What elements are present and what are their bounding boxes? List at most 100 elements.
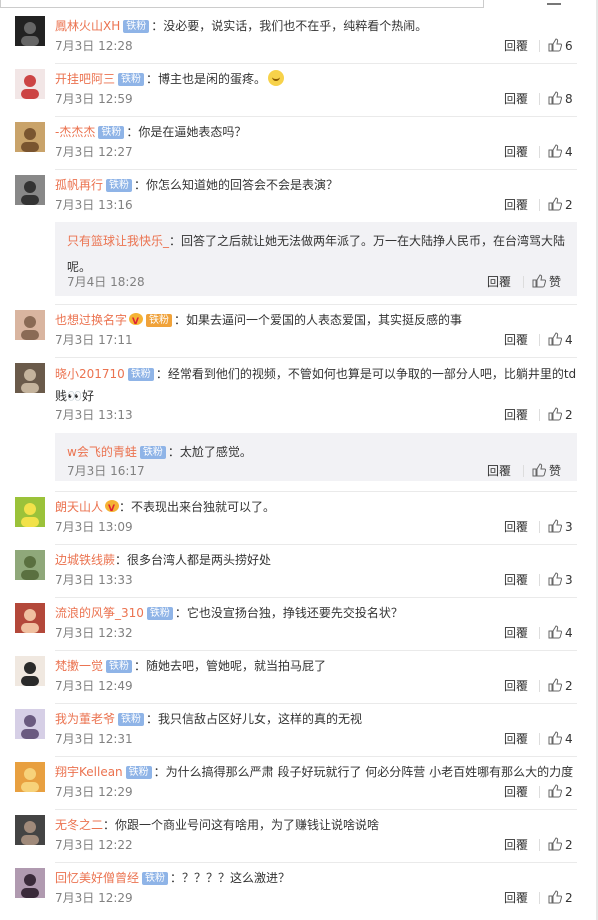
timestamp: 7月3日 12:32 bbox=[55, 626, 133, 640]
reply-button[interactable]: 回覆 bbox=[504, 195, 528, 215]
fan-badge: 铁粉 bbox=[106, 660, 133, 673]
comment-text: ：博主也是闲的蛋疼。 bbox=[146, 72, 267, 86]
like-button[interactable]: 2 bbox=[548, 888, 573, 908]
fan-badge: 铁粉 bbox=[146, 314, 173, 327]
like-button[interactable]: 2 bbox=[548, 195, 573, 215]
reply-button[interactable]: 回覆 bbox=[487, 461, 511, 481]
username-link[interactable]: -杰杰杰 bbox=[55, 125, 95, 139]
username-link[interactable]: 孤帆再行 bbox=[55, 178, 103, 192]
comment-meta: 7月3日 12:32 回覆 4 bbox=[55, 623, 577, 643]
sub-reply: w会飞的青蛙 铁粉 ：太尬了感觉。 7月3日 16:17 回覆 赞 bbox=[55, 433, 577, 481]
username-link[interactable]: 鳳林火山XH bbox=[55, 19, 120, 33]
search-input[interactable] bbox=[0, 0, 484, 8]
user-avatar[interactable] bbox=[15, 815, 45, 845]
username-link[interactable]: 晓小201710 bbox=[55, 367, 125, 381]
comment-line: 开挂吧阿三 铁粉 ：博主也是闲的蛋疼。 bbox=[55, 69, 577, 89]
user-avatar[interactable] bbox=[15, 603, 45, 633]
like-count: 2 bbox=[565, 785, 573, 799]
user-avatar[interactable] bbox=[15, 363, 45, 393]
reply-button[interactable]: 回覆 bbox=[504, 835, 528, 855]
timestamp: 7月4日 18:28 bbox=[67, 275, 145, 289]
user-avatar[interactable] bbox=[15, 656, 45, 686]
thumb-up-icon bbox=[532, 463, 546, 477]
vip-icon bbox=[129, 312, 144, 332]
fan-badge: 铁粉 bbox=[106, 179, 133, 192]
user-avatar[interactable] bbox=[15, 16, 45, 46]
username-link[interactable]: 梵擻一觉 bbox=[55, 659, 103, 673]
like-button[interactable]: 4 bbox=[548, 142, 573, 162]
comment-line: 无冬之二：你跟一个商业号问这有啥用，为了赚钱让说啥说啥 bbox=[55, 815, 577, 835]
timestamp: 7月3日 12:31 bbox=[55, 732, 133, 746]
laughing-emoji-icon bbox=[268, 70, 285, 86]
like-button[interactable]: 4 bbox=[548, 623, 573, 643]
like-button[interactable]: 赞 bbox=[532, 272, 561, 292]
user-avatar[interactable] bbox=[15, 175, 45, 205]
like-button[interactable]: 3 bbox=[548, 570, 573, 590]
sub-reply-meta: 7月3日 16:17 回覆 赞 bbox=[67, 461, 567, 481]
thumb-up-icon bbox=[548, 38, 562, 52]
reply-button[interactable]: 回覆 bbox=[504, 517, 528, 537]
reply-button[interactable]: 回覆 bbox=[504, 729, 528, 749]
username-link[interactable]: 翔宇Kellean bbox=[55, 765, 123, 779]
reply-button[interactable]: 回覆 bbox=[504, 676, 528, 696]
like-button[interactable]: 2 bbox=[548, 835, 573, 855]
comment-line: 鳳林火山XH 铁粉 ：没必要，说实话，我们也不在乎，纯粹看个热闹。 bbox=[55, 16, 577, 36]
thumb-up-icon bbox=[548, 144, 562, 158]
like-button[interactable]: 4 bbox=[548, 330, 573, 350]
like-button[interactable]: 2 bbox=[548, 782, 573, 802]
username-link[interactable]: 我为董老爷 bbox=[55, 712, 115, 726]
action-divider bbox=[539, 680, 540, 692]
username-link[interactable]: 流浪的风筝_310 bbox=[55, 606, 144, 620]
username-link[interactable]: 朗天山人 bbox=[55, 500, 103, 514]
user-avatar[interactable] bbox=[15, 868, 45, 898]
row-divider bbox=[55, 862, 577, 863]
like-button[interactable]: 4 bbox=[548, 729, 573, 749]
username-link[interactable]: w会飞的青蛙 bbox=[67, 445, 137, 459]
user-avatar[interactable] bbox=[15, 762, 45, 792]
comment-line: -杰杰杰 铁粉 ：你是在逼她表态吗？ bbox=[55, 122, 577, 142]
action-divider bbox=[539, 627, 540, 639]
action-divider bbox=[539, 40, 540, 52]
reply-button[interactable]: 回覆 bbox=[504, 782, 528, 802]
like-button[interactable]: 8 bbox=[548, 89, 573, 109]
like-button[interactable]: 2 bbox=[548, 405, 573, 425]
reply-button[interactable]: 回覆 bbox=[504, 623, 528, 643]
user-avatar[interactable] bbox=[15, 550, 45, 580]
user-avatar[interactable] bbox=[15, 709, 45, 739]
action-divider bbox=[539, 733, 540, 745]
comment-meta: 7月3日 12:59 回覆 8 bbox=[55, 89, 577, 109]
comment-text: ：不表现出来台独就可以了。 bbox=[119, 500, 276, 514]
user-avatar[interactable] bbox=[15, 122, 45, 152]
comment-text: ：你是在逼她表态吗？ bbox=[126, 125, 247, 139]
thumb-up-icon bbox=[548, 731, 562, 745]
username-link[interactable]: 开挂吧阿三 bbox=[55, 72, 115, 86]
user-avatar[interactable] bbox=[15, 497, 45, 527]
user-avatar[interactable] bbox=[15, 310, 45, 340]
username-link[interactable]: 无冬之二 bbox=[55, 818, 103, 832]
like-button[interactable]: 赞 bbox=[532, 461, 561, 481]
like-button[interactable]: 6 bbox=[548, 36, 573, 56]
username-link[interactable]: 也想过换名字 bbox=[55, 313, 127, 327]
user-avatar[interactable] bbox=[15, 69, 45, 99]
reply-button[interactable]: 回覆 bbox=[504, 570, 528, 590]
like-button[interactable]: 2 bbox=[548, 676, 573, 696]
row-divider bbox=[55, 544, 577, 545]
username-link[interactable]: 边城铁线蕨 bbox=[55, 553, 115, 567]
reply-button[interactable]: 回覆 bbox=[504, 888, 528, 908]
reply-button[interactable]: 回覆 bbox=[504, 36, 528, 56]
timestamp: 7月3日 17:11 bbox=[55, 333, 133, 347]
hamburger-menu-icon[interactable] bbox=[547, 0, 561, 5]
comment-text: ：它也没宣扬台独，挣钱还要先交投名状？ bbox=[174, 606, 403, 620]
action-divider bbox=[539, 574, 540, 586]
username-link[interactable]: 回忆美好僧曾经 bbox=[55, 871, 139, 885]
username-link[interactable]: 只有篮球让我快乐_ bbox=[67, 234, 169, 248]
reply-button[interactable]: 回覆 bbox=[504, 330, 528, 350]
reply-button[interactable]: 回覆 bbox=[504, 89, 528, 109]
like-button[interactable]: 3 bbox=[548, 517, 573, 537]
reply-button[interactable]: 回覆 bbox=[504, 142, 528, 162]
reply-button[interactable]: 回覆 bbox=[487, 272, 511, 292]
comment-text: ：如果去逼问一个爱国的人表态爱国，其实挺反感的事 bbox=[174, 313, 463, 327]
comment-meta: 7月3日 12:22 回覆 2 bbox=[55, 835, 577, 855]
reply-button[interactable]: 回覆 bbox=[504, 405, 528, 425]
like-count: 赞 bbox=[549, 464, 562, 478]
